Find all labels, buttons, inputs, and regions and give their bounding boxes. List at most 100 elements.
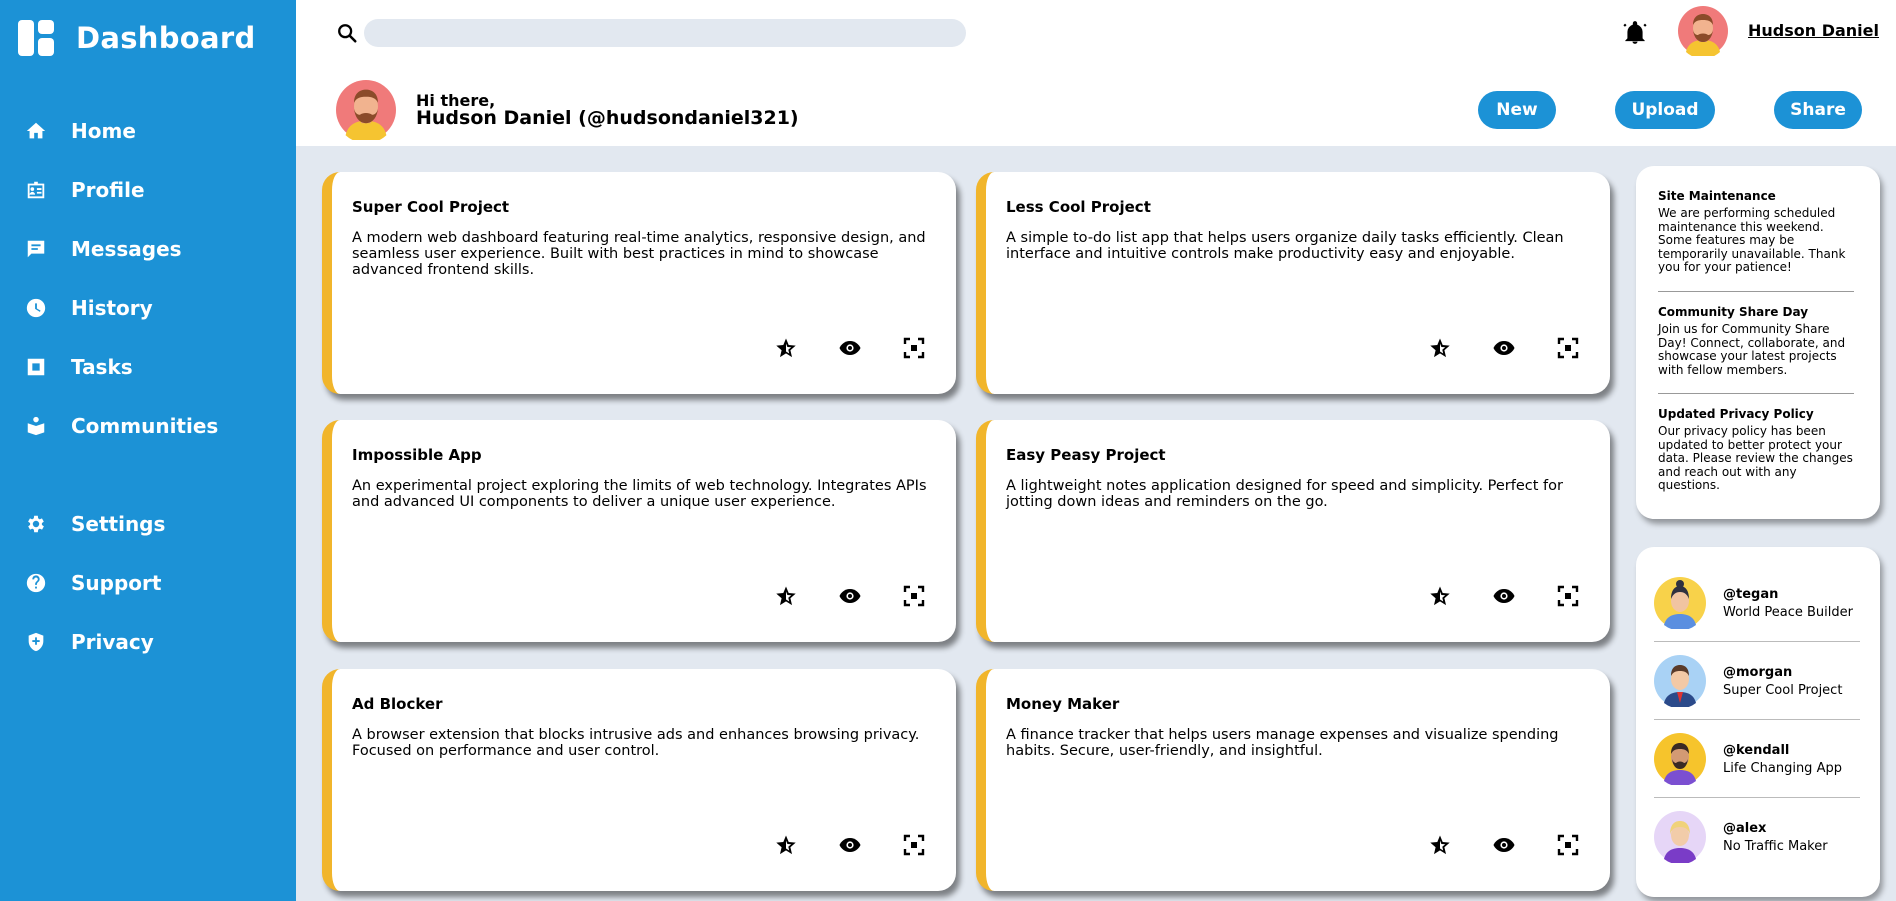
project-actions xyxy=(772,336,932,360)
fullscreen-icon[interactable] xyxy=(902,336,926,360)
sidebar-item-label: Home xyxy=(71,119,136,143)
star-icon[interactable] xyxy=(1428,336,1452,360)
bell-icon[interactable] xyxy=(1622,20,1648,46)
profile-avatar xyxy=(336,80,396,140)
sidebar-item-settings[interactable]: Settings xyxy=(24,508,165,540)
project-description: A simple to-do list app that helps users… xyxy=(1006,230,1564,262)
announcements-panel: Site Maintenance We are performing sched… xyxy=(1636,166,1880,519)
trending-item[interactable]: @alex No Traffic Maker xyxy=(1654,811,1864,871)
avatar[interactable] xyxy=(1678,6,1728,56)
profile-icon xyxy=(24,178,48,202)
trending-handle: @tegan xyxy=(1723,587,1779,602)
eye-icon[interactable] xyxy=(1492,584,1516,608)
star-icon[interactable] xyxy=(1428,584,1452,608)
sidebar-item-messages[interactable]: Messages xyxy=(24,233,182,265)
sidebar-item-label: Settings xyxy=(71,512,166,536)
tasks-icon xyxy=(24,355,48,379)
sidebar-item-privacy[interactable]: Privacy xyxy=(24,626,154,658)
star-icon[interactable] xyxy=(774,833,798,857)
share-button[interactable]: Share xyxy=(1774,91,1862,129)
sidebar-item-label: Tasks xyxy=(71,355,133,379)
sidebar-item-history[interactable]: History xyxy=(24,292,153,324)
project-actions xyxy=(1426,833,1586,857)
new-button[interactable]: New xyxy=(1478,91,1556,129)
trending-handle: @alex xyxy=(1723,821,1767,836)
avatar xyxy=(1654,811,1706,863)
sidebar-item-home[interactable]: Home xyxy=(24,115,136,147)
trending-panel: @tegan World Peace Builder @morgan Super… xyxy=(1636,547,1880,897)
trending-handle: @morgan xyxy=(1723,665,1793,680)
sidebar-item-tasks[interactable]: Tasks xyxy=(24,351,133,383)
sidebar-item-profile[interactable]: Profile xyxy=(24,174,145,206)
project-card[interactable]: Easy Peasy Project A lightweight notes ap… xyxy=(976,420,1610,642)
user-name-link[interactable]: Hudson Daniel xyxy=(1748,21,1879,40)
sidebar-item-label: History xyxy=(71,296,153,320)
project-title: Impossible App xyxy=(352,446,482,464)
trending-item[interactable]: @tegan World Peace Builder xyxy=(1654,577,1864,637)
fullscreen-icon[interactable] xyxy=(1556,584,1580,608)
project-card[interactable]: Ad Blocker A browser extension that block… xyxy=(322,669,956,891)
fullscreen-icon[interactable] xyxy=(1556,833,1580,857)
star-icon[interactable] xyxy=(774,336,798,360)
sidebar-item-label: Privacy xyxy=(71,630,154,654)
avatar xyxy=(1654,733,1706,785)
project-title: Less Cool Project xyxy=(1006,198,1151,216)
announcement-title: Community Share Day xyxy=(1658,305,1809,319)
project-actions xyxy=(1426,584,1586,608)
trending-project: No Traffic Maker xyxy=(1723,839,1828,854)
app-title: Dashboard xyxy=(76,21,256,55)
star-icon[interactable] xyxy=(1428,833,1452,857)
eye-icon[interactable] xyxy=(1492,336,1516,360)
project-description: A finance tracker that helps users manag… xyxy=(1006,727,1559,759)
trending-item[interactable]: @morgan Super Cool Project xyxy=(1654,655,1864,715)
project-title: Ad Blocker xyxy=(352,695,443,713)
trending-item[interactable]: @kendall Life Changing App xyxy=(1654,733,1864,793)
greeting-name: Hudson Daniel (@hudsondaniel321) xyxy=(416,107,799,129)
project-card[interactable]: Super Cool Project A modern web dashboard… xyxy=(322,172,956,394)
project-description: An experimental project exploring the li… xyxy=(352,478,927,510)
sidebar-item-communities[interactable]: Communities xyxy=(24,410,218,442)
sidebar-item-support[interactable]: Support xyxy=(24,567,161,599)
trending-project: Super Cool Project xyxy=(1723,683,1843,698)
fullscreen-icon[interactable] xyxy=(902,584,926,608)
project-card[interactable]: Impossible App An experimental project ex… xyxy=(322,420,956,642)
upload-button[interactable]: Upload xyxy=(1615,91,1715,129)
announcement-title: Site Maintenance xyxy=(1658,189,1776,203)
trending-project: World Peace Builder xyxy=(1723,605,1853,620)
project-card[interactable]: Less Cool Project A simple to-do list app… xyxy=(976,172,1610,394)
header: Hudson Daniel Hi there, Hudson Daniel (@… xyxy=(296,0,1896,146)
sidebar-item-label: Communities xyxy=(71,414,219,438)
star-icon[interactable] xyxy=(774,584,798,608)
project-actions xyxy=(772,584,932,608)
announcement: Site Maintenance We are performing sched… xyxy=(1658,189,1854,275)
divider xyxy=(1658,393,1854,394)
eye-icon[interactable] xyxy=(838,584,862,608)
fullscreen-icon[interactable] xyxy=(1556,336,1580,360)
announcement: Community Share Day Join us for Communit… xyxy=(1658,305,1854,377)
sidebar-item-label: Support xyxy=(71,571,162,595)
eye-icon[interactable] xyxy=(838,833,862,857)
dashboard-logo-icon xyxy=(18,20,54,56)
divider xyxy=(1658,291,1854,292)
search-icon[interactable] xyxy=(336,22,358,44)
communities-icon xyxy=(24,414,48,438)
home-icon xyxy=(24,119,48,143)
sidebar-item-label: Profile xyxy=(71,178,145,202)
eye-icon[interactable] xyxy=(1492,833,1516,857)
divider xyxy=(1654,719,1860,720)
divider xyxy=(1654,797,1860,798)
avatar xyxy=(1654,577,1706,629)
project-actions xyxy=(772,833,932,857)
brand[interactable]: Dashboard xyxy=(18,20,256,56)
announcement-body: Our privacy policy has been updated to b… xyxy=(1658,424,1853,492)
fullscreen-icon[interactable] xyxy=(902,833,926,857)
announcement-title: Updated Privacy Policy xyxy=(1658,407,1814,421)
help-icon xyxy=(24,571,48,595)
search-input[interactable] xyxy=(364,19,966,47)
gear-icon xyxy=(24,512,48,536)
trending-handle: @kendall xyxy=(1723,743,1790,758)
project-card[interactable]: Money Maker A finance tracker that helps … xyxy=(976,669,1610,891)
sidebar-item-label: Messages xyxy=(71,237,182,261)
eye-icon[interactable] xyxy=(838,336,862,360)
sidebar: Dashboard Home Profile Messages History … xyxy=(0,0,296,901)
